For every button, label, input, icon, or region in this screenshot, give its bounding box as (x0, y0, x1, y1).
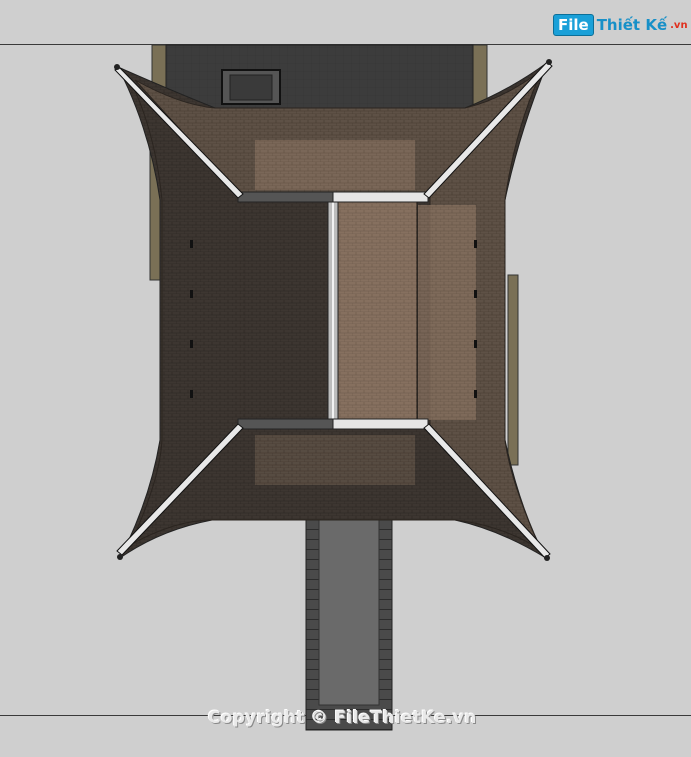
filethietke-logo[interactable]: File Thiết Kế .vn (553, 14, 688, 36)
pavilion-top-view-drawing (114, 44, 553, 731)
altar-box-inner (229, 74, 273, 101)
upper-roof-left-half (244, 199, 334, 423)
logo-domain: .vn (670, 19, 688, 31)
logo-name: Thiết Kế (596, 16, 668, 34)
roof-slope-rear-band (255, 140, 415, 190)
roof-slope-right-band (418, 205, 476, 420)
ridge-beam-top-shadow (237, 191, 334, 203)
logo-file-badge: File (553, 14, 594, 36)
copyright-watermark: Copyright © FileThietKe.vn (208, 708, 477, 728)
inner-edge-left (192, 200, 247, 422)
roof-slope-front-band (255, 435, 415, 485)
ridge-beam-bottom-shadow (237, 418, 334, 430)
walkway-surface (318, 514, 380, 706)
upper-roof-right-half (334, 199, 418, 423)
side-wall-right (507, 274, 519, 466)
